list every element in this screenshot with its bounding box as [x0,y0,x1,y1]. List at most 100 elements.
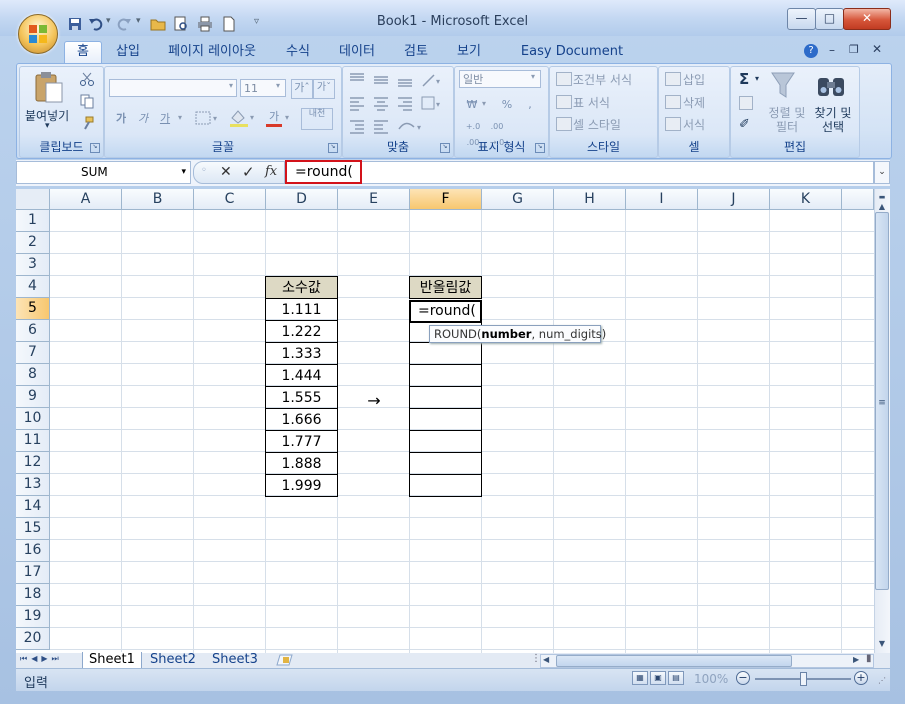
formula-input[interactable]: =round( [286,161,874,184]
sheet-tab-2[interactable]: Sheet2 [144,652,202,668]
underline-button[interactable]: 가 [155,110,175,128]
decimal-cell[interactable]: 1.888 [265,453,338,475]
print-preview-icon[interactable] [173,16,189,32]
decimal-cell[interactable]: 1.666 [265,409,338,431]
enter-formula-icon[interactable]: ✓ [242,163,255,181]
paste-icon[interactable] [33,70,65,104]
row-header-10[interactable]: 10 [16,408,50,430]
number-launcher-icon[interactable]: ↘ [535,143,545,153]
row-header-4[interactable]: 4 [16,276,50,298]
save-icon[interactable] [67,16,83,32]
decrease-decimal-button[interactable]: .00 →.0 [485,118,509,147]
decimal-cell[interactable]: 1.111 [265,299,338,321]
row-header-2[interactable]: 2 [16,232,50,254]
office-button[interactable] [18,14,58,54]
zoom-level[interactable]: 100% [694,672,728,686]
expand-formula-bar-icon[interactable]: ⌄ [874,161,890,184]
copy-icon[interactable] [79,93,95,109]
column-header-e[interactable]: E [338,189,410,210]
tooltip-function-name[interactable]: ROUND( [434,327,481,341]
active-cell-f5[interactable]: =round( [409,300,482,323]
bold-button[interactable]: 가 [111,110,131,128]
cut-icon[interactable] [79,71,95,87]
autosum-dropdown-icon[interactable]: ▾ [755,74,759,83]
decimal-cell[interactable]: 1.444 [265,365,338,387]
decimal-cell[interactable]: 1.777 [265,431,338,453]
grow-font-button[interactable]: 가ˆ [291,79,313,99]
sheet-tab-1[interactable]: Sheet1 [82,652,142,669]
rounded-cell[interactable] [409,409,482,431]
indent-icons[interactable] [347,117,393,135]
row-header-20[interactable]: 20 [16,628,50,650]
rounded-cell[interactable] [409,387,482,409]
rounded-cell[interactable] [409,475,482,497]
column-header-b[interactable]: B [122,189,194,210]
tab-page-layout[interactable]: 페이지 레이아웃 [162,42,262,62]
page-layout-view-icon[interactable]: ▣ [650,671,666,685]
decimal-cell[interactable]: 1.999 [265,475,338,497]
rounded-header-cell[interactable]: 반올림값 [409,276,482,299]
scroll-down-icon[interactable]: ▼ [875,637,889,651]
column-header-j[interactable]: J [698,189,770,210]
column-header-c[interactable]: C [194,189,266,210]
row-header-8[interactable]: 8 [16,364,50,386]
column-header-partial[interactable] [842,189,874,210]
tab-view[interactable]: 보기 [449,42,489,62]
comma-button[interactable]: , [520,96,540,114]
minimize-button[interactable]: — [787,8,816,30]
row-header-6[interactable]: 6 [16,320,50,342]
font-name-combo[interactable] [109,79,237,97]
tab-data[interactable]: 데이터 [331,42,383,62]
clear-icon[interactable]: ✐ [739,117,750,132]
name-box-dropdown-icon[interactable]: ▾ [181,162,186,183]
maximize-button[interactable]: □ [815,8,844,30]
row-header-7[interactable]: 7 [16,342,50,364]
column-header-h[interactable]: H [554,189,626,210]
tab-easy-document-creator[interactable]: Easy Document Creator [504,42,640,79]
clipboard-launcher-icon[interactable]: ↘ [90,143,100,153]
decimal-cell[interactable]: 1.222 [265,321,338,343]
row-header-15[interactable]: 15 [16,518,50,540]
percent-button[interactable]: % [497,96,517,114]
rounded-cell[interactable] [409,365,482,387]
normal-view-icon[interactable]: ▦ [632,671,648,685]
print-icon[interactable] [197,16,213,32]
name-box[interactable]: SUM ▾ [16,161,191,184]
insert-sheet-icon[interactable] [275,653,295,667]
row-header-3[interactable]: 3 [16,254,50,276]
sort-filter-icon[interactable] [769,69,801,105]
paste-dropdown-icon[interactable]: ▾ [45,121,50,131]
column-header-d[interactable]: D [266,189,338,210]
column-header-i[interactable]: I [626,189,698,210]
rounded-cell[interactable] [409,343,482,365]
scroll-right-icon[interactable]: ▶ [853,655,859,664]
font-size-dropdown-icon[interactable]: ▾ [276,81,280,90]
row-header-18[interactable]: 18 [16,584,50,606]
row-header-11[interactable]: 11 [16,430,50,452]
alignment-launcher-icon[interactable]: ↘ [440,143,450,153]
shrink-font-button[interactable]: 가ˇ [313,79,335,99]
sheet-tab-3[interactable]: Sheet3 [206,652,264,668]
borders-icon[interactable]: ▾ [194,110,220,126]
ribbon-restore-icon[interactable]: ❐ [849,43,859,56]
find-select-icon[interactable] [815,70,847,100]
resize-grip-icon[interactable]: ⋰ [878,676,886,685]
help-icon[interactable]: ? [804,44,818,58]
redo-icon[interactable] [116,16,132,32]
column-header-f[interactable]: F [410,189,482,210]
tab-insert[interactable]: 삽입 [108,42,148,62]
workbook-close-icon[interactable]: ✕ [872,42,882,56]
row-header-19[interactable]: 19 [16,606,50,628]
row-header-14[interactable]: 14 [16,496,50,518]
insert-function-icon[interactable]: fx [265,164,277,179]
zoom-slider-knob[interactable] [800,672,807,686]
sort-filter-button[interactable]: 정렬 및 필터 [768,106,806,134]
horizontal-align-icons[interactable] [347,94,417,112]
number-format-dropdown-icon[interactable]: ▾ [531,72,535,81]
arrow-cell[interactable]: → [338,390,410,412]
currency-dropdown-icon[interactable]: ▾ [482,99,486,108]
customize-qat-icon[interactable]: ▿ [254,16,259,27]
rounded-cell[interactable] [409,431,482,453]
tab-split-handle-icon[interactable]: ⋮ [531,653,541,664]
conditional-format-button[interactable]: 조건부 서식 [573,71,632,88]
